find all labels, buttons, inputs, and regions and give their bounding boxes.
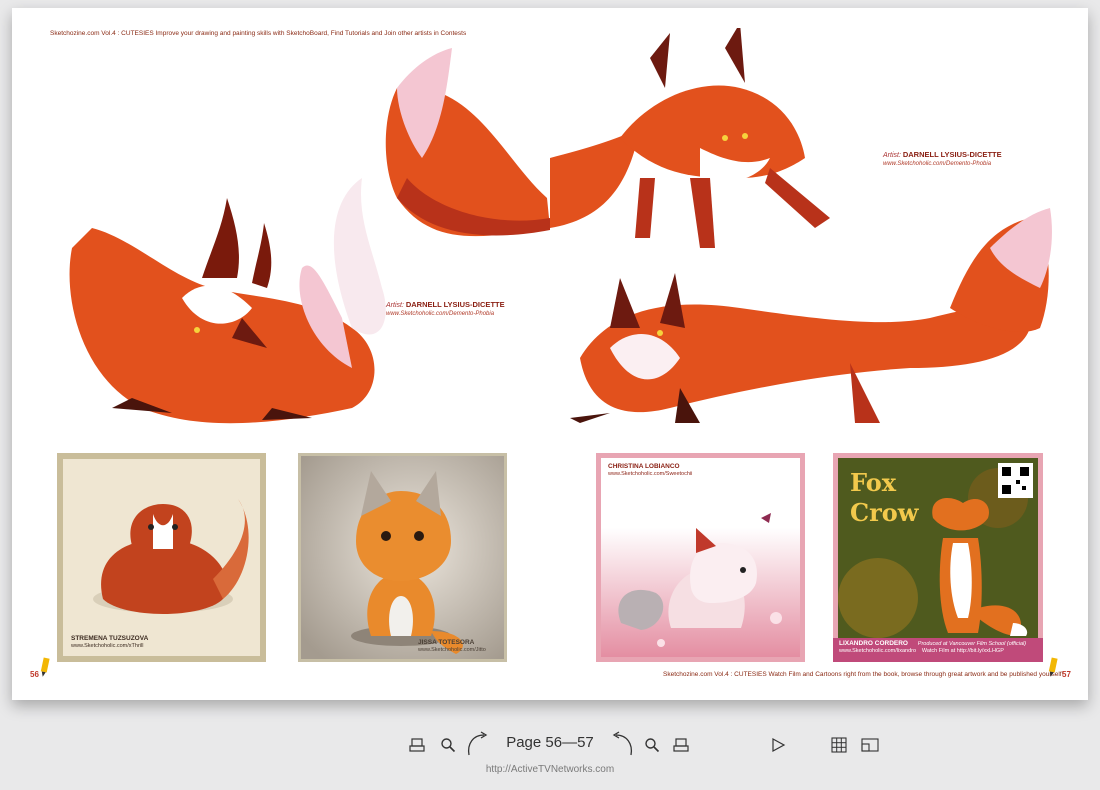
artist-url[interactable]: www.Sketchoholic.com/Demento-Phobia: [386, 310, 505, 319]
artwork-card-stremena[interactable]: STREMENA TUZSUZOVA www.Sketchoholic.com/…: [57, 453, 266, 662]
card-caption-christina: CHRISTINA LOBIANCO www.Sketchoholic.com/…: [608, 463, 692, 477]
artist-label: Artist:: [386, 302, 404, 309]
print-icon[interactable]: [408, 736, 426, 754]
fullscreen-icon[interactable]: [860, 736, 880, 754]
card-credit: Produced at Vancouver Film School (offic…: [917, 641, 1027, 647]
card-caption-stremena: STREMENA TUZSUZOVA www.Sketchoholic.com/…: [71, 635, 148, 649]
card-artist-name: STREMENA TUZSUZOVA: [71, 635, 149, 642]
fox-and-crow-poster: Fox Crow: [838, 458, 1038, 638]
card-artist-url[interactable]: www.Sketchoholic.com/lixandro: [839, 648, 916, 654]
next-page-icon[interactable]: [464, 729, 494, 759]
card-artist-url[interactable]: www.Sketchoholic.com/Sweetochii: [608, 471, 692, 477]
fluffy-critter-artwork: [63, 459, 260, 656]
artwork-card-jissa[interactable]: JISSA TOTESORA www.Sketchoholic.com/Jitt…: [298, 453, 507, 662]
pencil-icon: [1048, 657, 1058, 677]
artist-credit-right: Artist: DARNELL LYSIUS-DICETTE www.Sketc…: [883, 150, 1002, 169]
running-head-left: Sketchozine.com Vol.4 : CUTESIES Improve…: [50, 30, 467, 37]
footer-url[interactable]: http://ActiveTVNetworks.com: [0, 764, 1100, 775]
page-number-right: 57: [1062, 670, 1071, 679]
artist-url[interactable]: www.Sketchoholic.com/Demento-Phobia: [883, 160, 1002, 169]
right-page: Artist: DARNELL LYSIUS-DICETTE www.Sketc…: [550, 8, 1088, 700]
play-icon[interactable]: [769, 736, 787, 754]
viewer-toolbar: Page 56—57: [0, 722, 1100, 768]
left-page: Sketchozine.com Vol.4 : CUTESIES Improve…: [12, 8, 550, 700]
card-caption-lixandro: LIXANDRO CORDERO Produced at Vancouver F…: [839, 640, 1026, 654]
zoom-icon[interactable]: [643, 736, 661, 754]
magazine-spread: Sketchozine.com Vol.4 : CUTESIES Improve…: [12, 8, 1088, 700]
poster-title-crow: Crow: [850, 498, 920, 527]
card-artist-name: JISSA TOTESORA: [418, 639, 475, 646]
pencil-icon: [40, 657, 50, 677]
grid-icon[interactable]: [830, 736, 848, 754]
card-artist-name: LIXANDRO CORDERO: [839, 640, 908, 647]
artist-credit-left: Artist: DARNELL LYSIUS-DICETTE www.Sketc…: [386, 300, 505, 319]
fox-illustrations-right: [550, 28, 1052, 423]
running-head-right: Sketchozine.com Vol.4 : CUTESIES Watch F…: [663, 671, 1064, 678]
page-indicator: Page 56—57: [506, 734, 594, 751]
fox-illustration-crouching: [69, 48, 550, 424]
print-icon[interactable]: [672, 736, 690, 754]
card-artist-url[interactable]: www.Sketchoholic.com/Jitto: [418, 647, 486, 653]
card-artist-url[interactable]: www.Sketchoholic.com/xThrill: [71, 643, 143, 649]
pink-kitten-artwork: [601, 458, 800, 657]
artist-name: DARNELL LYSIUS-DICETTE: [405, 300, 505, 309]
previous-page-icon[interactable]: [606, 729, 636, 759]
artwork-card-lixandro[interactable]: Fox Crow LIXANDRO CORDERO Produced at Va…: [833, 453, 1043, 662]
chibi-fox-artwork: [301, 456, 504, 659]
artist-label: Artist:: [883, 152, 901, 159]
card-caption-jissa: JISSA TOTESORA www.Sketchoholic.com/Jitt…: [418, 639, 486, 653]
page-number-left: 56: [30, 670, 39, 679]
card-artist-name: CHRISTINA LOBIANCO: [608, 463, 680, 470]
artist-name: DARNELL LYSIUS-DICETTE: [902, 150, 1002, 159]
poster-title-fox: Fox: [850, 468, 897, 497]
zoom-icon[interactable]: [439, 736, 457, 754]
card-watch-link[interactable]: Watch Film at http://bit.ly/xxLHGP: [922, 648, 1004, 654]
artwork-card-christina[interactable]: CHRISTINA LOBIANCO www.Sketchoholic.com/…: [596, 453, 805, 662]
